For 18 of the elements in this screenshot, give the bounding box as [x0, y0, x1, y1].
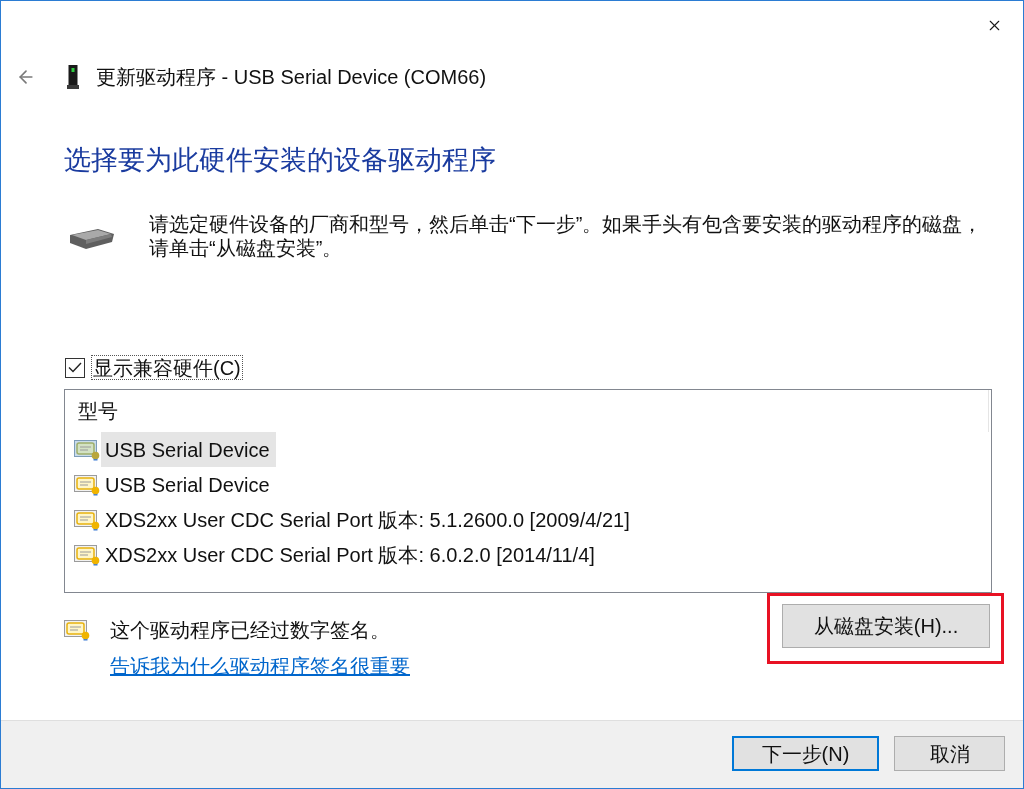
have-disk-button[interactable]: 从磁盘安装(H)...: [782, 604, 990, 648]
window-title: 更新驱动程序 - USB Serial Device (COM66): [96, 65, 487, 90]
checkbox-label[interactable]: 显示兼容硬件(C): [91, 355, 243, 380]
model-option[interactable]: USB Serial Device: [101, 432, 276, 467]
signature-status-text: 这个驱动程序已经过数字签名。: [110, 618, 390, 643]
dialog-button[interactable]: 取消: [894, 736, 1005, 771]
dialog-button[interactable]: 下一步(N): [732, 736, 879, 771]
signature-info-link[interactable]: 告诉我为什么驱动程序签名很重要: [110, 654, 410, 678]
model-option[interactable]: USB Serial Device: [101, 467, 276, 502]
driver-certificate-icon: [64, 619, 90, 641]
instruction-text: 请选定硬件设备的厂商和型号，然后单击“下一步”。如果手头有包含要安装的驱动程序的磁盘，请单击“从磁盘安装”。: [149, 212, 984, 260]
computer-tower-icon: [67, 65, 79, 89]
model-option[interactable]: XDS2xx User CDC Serial Port 版本: 5.1.2600.0 [2009/4/21]: [101, 502, 636, 537]
model-option[interactable]: XDS2xx User CDC Serial Port 版本: 6.0.2.0 [2014/11/4]: [101, 537, 601, 572]
checkmark-icon: [68, 362, 82, 373]
checkbox[interactable]: [65, 357, 85, 378]
column-header[interactable]: 型号: [78, 398, 118, 424]
page-heading: 选择要为此硬件安装的设备驱动程序: [64, 144, 496, 177]
